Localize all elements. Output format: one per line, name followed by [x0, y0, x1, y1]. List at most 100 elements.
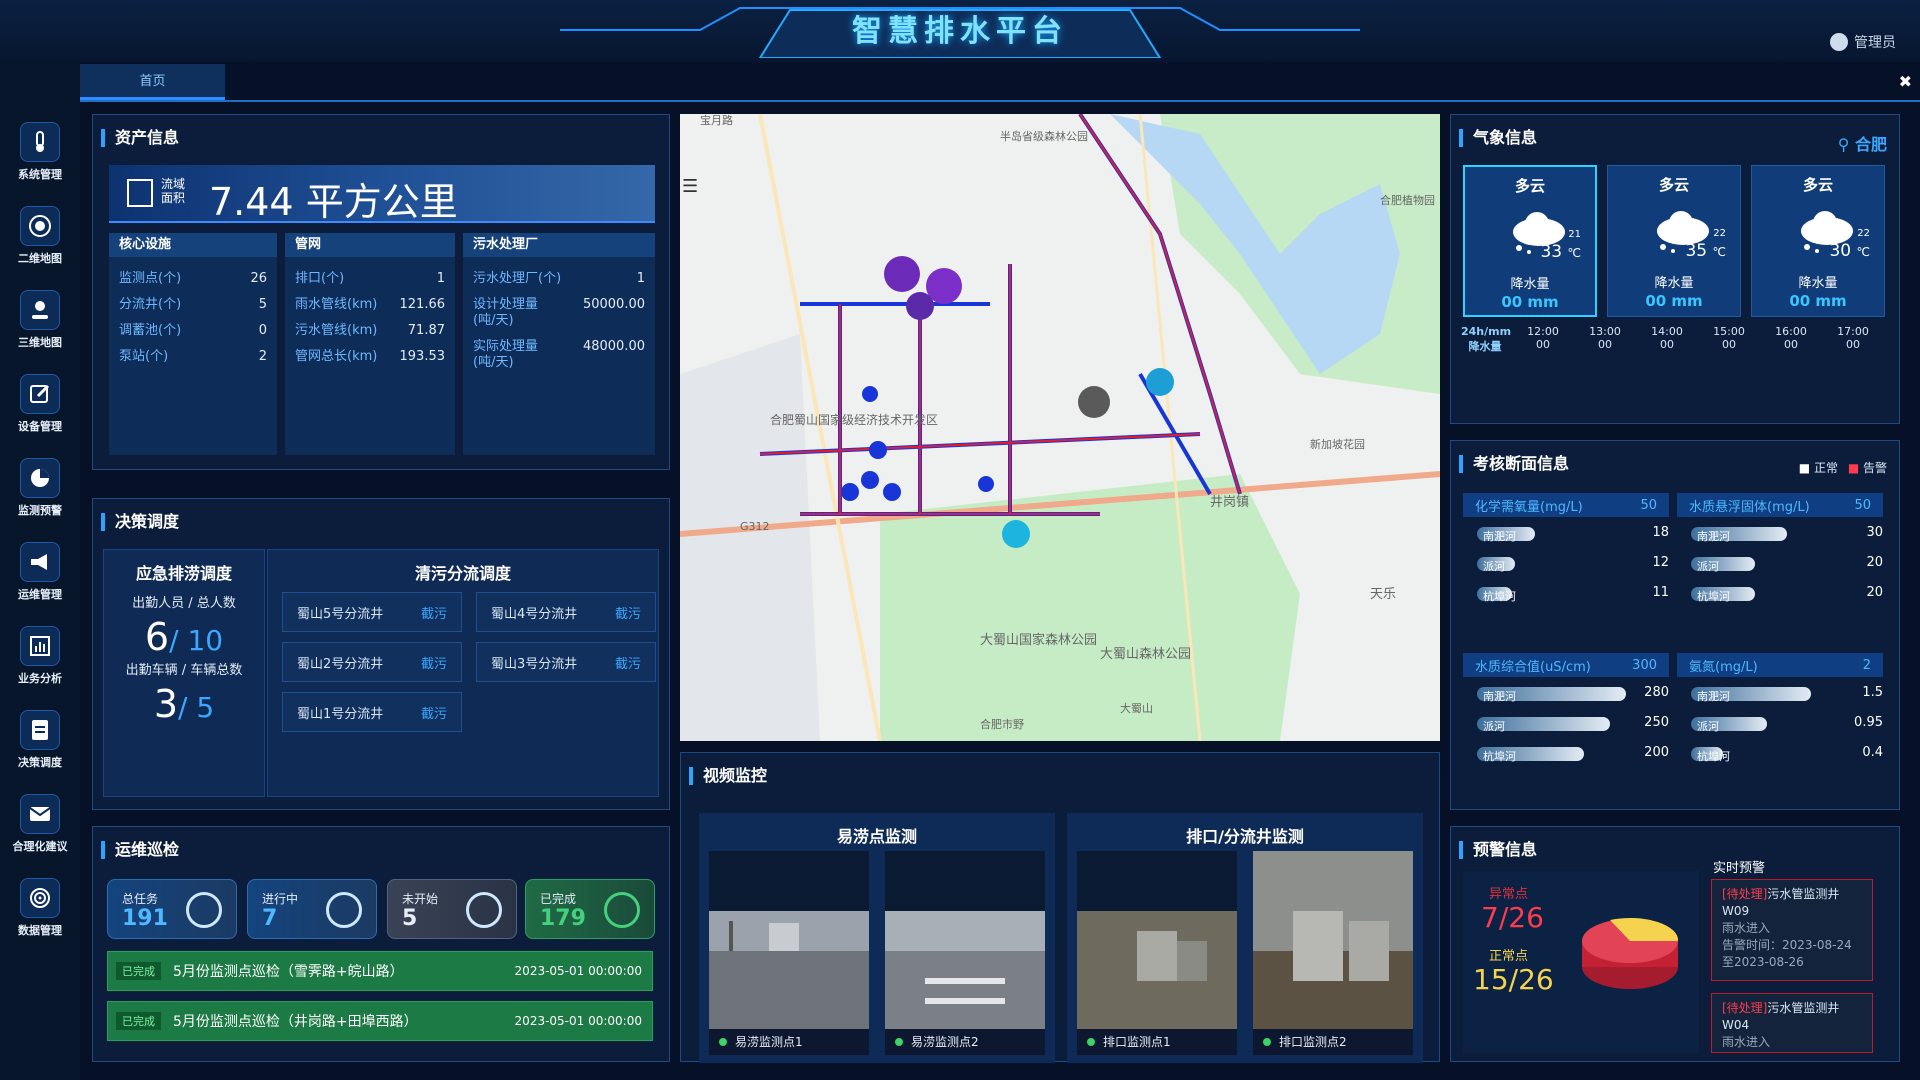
quality-value: 200	[1644, 745, 1669, 760]
alert-card[interactable]: [待处理]污水管监测井 W09 雨水进入 告警时间：2023-08-24至202…	[1711, 879, 1873, 981]
section-header: 排口/分流井监测	[1186, 827, 1304, 846]
stat-total[interactable]: 总任务 191	[107, 879, 237, 939]
stat-row: 监测点(个) 26	[119, 271, 267, 286]
quality-value: 30	[1866, 525, 1883, 540]
map-label: 大蜀山国家森林公园	[980, 632, 1097, 648]
stat-in-progress[interactable]: 进行中 7	[247, 879, 377, 939]
river-name: 派河	[1697, 560, 1719, 573]
quality-value: 1.5	[1862, 685, 1883, 700]
legend: ■ 正常 ■ 告警	[1798, 461, 1887, 475]
pipe-column: 管网 排口(个) 1 雨水管线(km) 121.66 污水管线(km) 71.87 管…	[285, 233, 455, 455]
panel-title: 运维巡检	[101, 841, 179, 859]
river-name: 派河	[1697, 720, 1719, 733]
clipboard-icon	[186, 892, 222, 928]
quality-value: 18	[1652, 525, 1669, 540]
diversion-item[interactable]: 蜀山1号分流井 截污	[282, 692, 462, 732]
sidebar-item-analysis[interactable]: 业务分析	[0, 620, 80, 702]
quality-value: 280	[1644, 685, 1669, 700]
map-view[interactable]: 宝月路 半岛省级森林公园 合肥蜀山国家级经济技术开发区 合肥植物园 井岗镇 天乐…	[680, 114, 1440, 741]
stat-not-started[interactable]: 未开始 5	[387, 879, 517, 939]
user-menu[interactable]: 管理员	[1830, 32, 1896, 52]
pin-icon	[20, 290, 60, 330]
river-name: 派河	[1483, 720, 1505, 733]
stat-row: 实际处理量(吨/天) 48000.00	[473, 339, 645, 370]
river-name: 杭埠河	[1697, 590, 1730, 603]
edit-icon	[20, 374, 60, 414]
map-label: 大蜀山森林公园	[1100, 647, 1191, 662]
sidebar-item-ops[interactable]: 运维管理	[0, 536, 80, 618]
area-value: 7.44 平方公里	[209, 180, 458, 224]
cutoff-link: 截污	[614, 606, 641, 622]
sidebar-item-3d-map[interactable]: 三维地图	[0, 284, 80, 366]
camera-feed[interactable]: 易涝监测点2	[885, 851, 1045, 1055]
stat-row: 污水处理厂(个) 1	[473, 271, 645, 286]
diversion-item[interactable]: 蜀山5号分流井 截污	[282, 592, 462, 632]
diversion-item[interactable]: 蜀山2号分流井 截污	[282, 642, 462, 682]
fullscreen-icon[interactable]: ✖	[1899, 72, 1912, 91]
tab-home[interactable]: 首页	[80, 64, 225, 100]
weather-card[interactable]: 多云 22 30 ℃ 降水量 00 mm	[1751, 165, 1885, 317]
column-header: 核心设施	[109, 233, 277, 257]
map-label: 宝月路	[700, 114, 733, 127]
warning-panel: 预警信息 异常点 7/26 正常点 15/26 实时预警 [待处理]污水管监测井…	[1450, 826, 1900, 1062]
section-header: 易涝点监测	[836, 827, 917, 846]
quality-value: 0.4	[1862, 745, 1883, 760]
bar-chart-icon	[20, 626, 60, 666]
weather-card[interactable]: 多云 21 33 ℃ 降水量 00 mm	[1463, 165, 1597, 317]
asset-panel: 资产信息 流域 面积 7.44 平方公里 核心设施 监测点(个) 26 分流井(个…	[92, 114, 670, 470]
cutoff-link: 截污	[420, 606, 447, 622]
map-label: G312	[740, 520, 770, 533]
column-header: 管网	[285, 233, 455, 257]
diversion-item[interactable]: 蜀山3号分流井 截污	[476, 642, 656, 682]
cutoff-link: 截污	[614, 656, 641, 672]
camera-image	[885, 851, 1045, 1029]
task-row[interactable]: 已完成 5月份监测点巡检（井岗路+田埠西路） 2023-05-01 00:00:…	[107, 1001, 653, 1041]
sidebar-item-suggestion[interactable]: 合理化建议	[0, 788, 80, 870]
quality-value: 20	[1866, 585, 1883, 600]
sidebar-item-decision[interactable]: 决策调度	[0, 704, 80, 786]
quality-value: 0.95	[1854, 715, 1883, 730]
document-icon	[20, 710, 60, 750]
sidebar-item-label: 合理化建议	[12, 840, 68, 853]
camera-feed[interactable]: 易涝监测点1	[709, 851, 869, 1055]
layer-list-icon[interactable]: ☰	[682, 176, 704, 197]
sidebar-item-label: 决策调度	[18, 756, 62, 769]
warning-summary: 异常点 7/26 正常点 15/26	[1463, 871, 1699, 1053]
sidebar-item-monitor[interactable]: 监测预警	[0, 452, 80, 534]
diversion-dispatch: 清污分流调度 蜀山5号分流井 截污 蜀山4号分流井 截污 蜀山2号分流井 截污 蜀山3…	[267, 549, 659, 797]
check-icon	[604, 892, 640, 928]
stat-done[interactable]: 已完成 179	[525, 879, 655, 939]
map-label: 半岛省级森林公园	[1000, 129, 1088, 143]
camera-image	[1253, 851, 1413, 1029]
sidebar-item-data[interactable]: 数据管理	[0, 872, 80, 954]
diversion-item[interactable]: 蜀山4号分流井 截污	[476, 592, 656, 632]
alert-card[interactable]: [待处理]污水管监测井 W04 雨水进入	[1711, 993, 1873, 1053]
river-name: 杭埠河	[1483, 590, 1516, 603]
megaphone-icon	[20, 542, 60, 582]
camera-caption: 易涝监测点2	[885, 1029, 1045, 1055]
map-label: 天乐	[1370, 587, 1396, 602]
task-date: 2023-05-01 00:00:00	[514, 1014, 642, 1028]
stat-row: 污水管线(km) 71.87	[295, 323, 445, 338]
sidebar-item-label: 设备管理	[18, 420, 62, 433]
weather-card[interactable]: 多云 22 35 ℃ 降水量 00 mm	[1607, 165, 1741, 317]
sidebar-item-2d-map[interactable]: 二维地图	[0, 200, 80, 282]
alert-tag: [待处理]	[1722, 1001, 1768, 1015]
cutoff-link: 截污	[420, 706, 447, 722]
sidebar-item-label: 二维地图	[18, 252, 62, 265]
sidebar-item-device[interactable]: 设备管理	[0, 368, 80, 450]
camera-feed[interactable]: 排口监测点1	[1077, 851, 1237, 1055]
status-badge: 已完成	[116, 1012, 161, 1030]
camera-image	[709, 851, 869, 1029]
river-name: 杭埠河	[1483, 750, 1516, 763]
area-icon	[127, 179, 153, 207]
camera-caption: 易涝监测点1	[709, 1029, 869, 1055]
task-row[interactable]: 已完成 5月份监测点巡检（雪霁路+皖山路） 2023-05-01 00:00:0…	[107, 951, 653, 991]
city-selector[interactable]: ⚲ 合肥	[1838, 131, 1887, 155]
sidebar-item-label: 系统管理	[18, 168, 62, 181]
sidebar-item-system[interactable]: 系统管理	[0, 116, 80, 198]
stat-row: 调蓄池(个) 0	[119, 323, 267, 338]
thermometer-icon	[20, 122, 60, 162]
quality-value: 250	[1644, 715, 1669, 730]
camera-feed[interactable]: 排口监测点2	[1253, 851, 1413, 1055]
